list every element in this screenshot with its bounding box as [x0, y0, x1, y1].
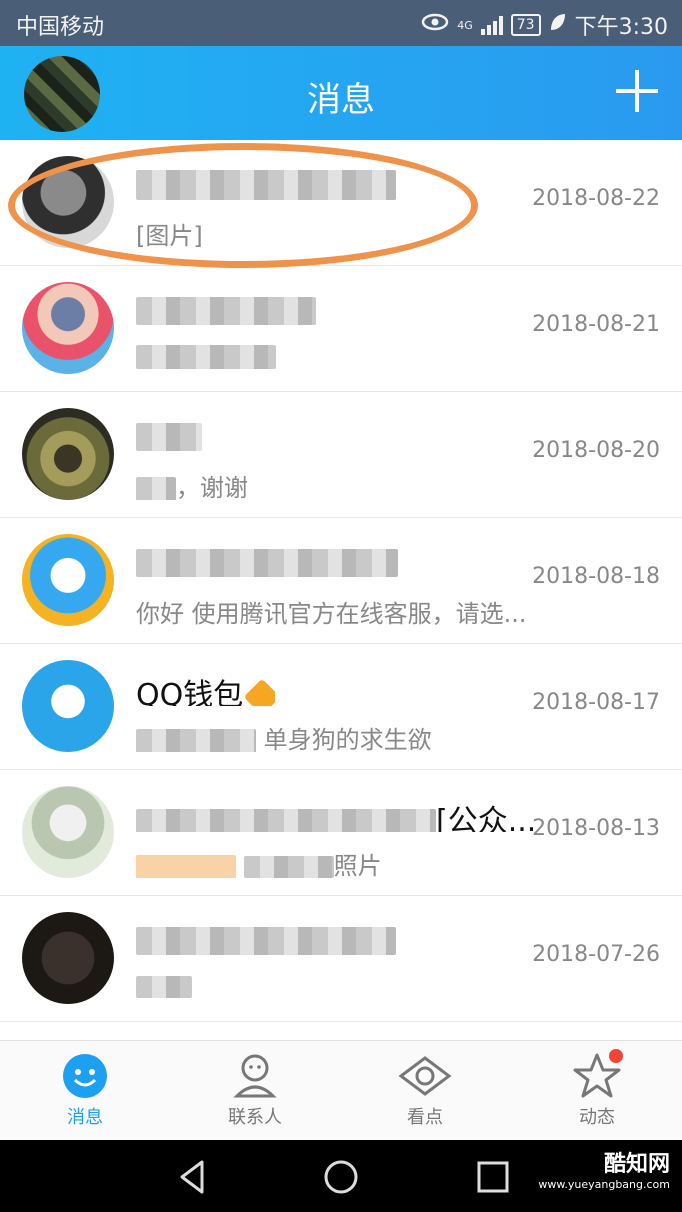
- watermark-url: www.yueyangbang.com: [538, 1178, 670, 1191]
- conversation-name: [136, 418, 202, 454]
- battery-icon: 73: [510, 14, 541, 36]
- conversation-item[interactable]: 2018-08-21: [0, 266, 682, 392]
- conversation-item[interactable]: [公众... 照片 2018-08-13: [0, 770, 682, 896]
- notification-dot: [609, 1049, 623, 1063]
- avatar: [22, 660, 114, 752]
- conversation-date: 2018-08-18: [532, 564, 660, 589]
- conversation-date: 2018-08-13: [532, 816, 660, 841]
- back-icon[interactable]: [170, 1154, 216, 1200]
- conversation-preview: ，谢谢: [136, 468, 248, 500]
- conversation-date: 2018-08-22: [532, 186, 660, 211]
- conversation-date: 2018-08-20: [532, 438, 660, 463]
- avatar: [22, 156, 114, 248]
- conversation-name: [136, 922, 396, 958]
- tab-label: 消息: [67, 1107, 103, 1128]
- tab-contacts[interactable]: 联系人: [195, 1049, 315, 1129]
- bottom-tab-bar: 消息 联系人 看点 动态: [0, 1040, 682, 1141]
- tab-watch[interactable]: 看点: [365, 1049, 485, 1129]
- conversation-preview: [136, 342, 276, 374]
- verified-badge-icon: [243, 678, 276, 706]
- recents-icon[interactable]: [470, 1154, 516, 1200]
- signal-icon: [480, 15, 503, 35]
- contacts-icon: [195, 1049, 315, 1103]
- conversation-name: [136, 166, 396, 202]
- conversation-name: QQ钱包: [136, 670, 276, 706]
- watermark: 酷知网 www.yueyangbang.com: [538, 1146, 670, 1191]
- watermark-text: 酷知网: [603, 1152, 670, 1177]
- avatar: [22, 534, 114, 626]
- conversation-name: [136, 292, 316, 328]
- smiley-icon: [25, 1049, 145, 1103]
- conversation-item[interactable]: 你好 使用腾讯官方在线客服，请选... 2018-08-18: [0, 518, 682, 644]
- leaf-icon: [549, 12, 567, 38]
- conversation-name: [136, 544, 398, 580]
- carrier-label: 中国移动: [16, 15, 105, 40]
- conversation-item[interactable]: ，谢谢 2018-08-20: [0, 392, 682, 518]
- avatar: [22, 408, 114, 500]
- tab-label: 动态: [579, 1107, 615, 1128]
- avatar: [22, 786, 114, 878]
- conversation-preview: 照片: [136, 846, 382, 878]
- conversation-date: 2018-08-17: [532, 690, 660, 715]
- conversation-item[interactable]: [图片] 2018-08-22: [0, 140, 682, 266]
- tab-feeds[interactable]: 动态: [537, 1049, 657, 1129]
- conversation-preview: 单身狗的求生欲: [136, 720, 432, 752]
- star-icon: [537, 1049, 657, 1103]
- tab-messages[interactable]: 消息: [25, 1049, 145, 1129]
- status-bar: 中国移动 4G 73 下午3:30: [0, 0, 682, 46]
- tab-label: 看点: [407, 1107, 443, 1128]
- avatar: [22, 912, 114, 1004]
- eye-icon: [365, 1049, 485, 1103]
- conversation-item[interactable]: 2018-07-26: [0, 896, 682, 1022]
- conversation-preview: [图片]: [136, 222, 203, 248]
- conversation-preview: 你好 使用腾讯官方在线客服，请选...: [136, 600, 527, 626]
- conversation-name: [公众...: [136, 796, 536, 832]
- conversation-date: 2018-08-21: [532, 312, 660, 337]
- eye-icon: [421, 12, 449, 38]
- tab-label: 联系人: [228, 1107, 282, 1128]
- conversation-preview: [136, 972, 192, 1004]
- clock-time: 下午3:30: [574, 15, 668, 40]
- app-header: 消息: [0, 46, 682, 140]
- add-icon[interactable]: [614, 68, 660, 114]
- system-nav-bar: 酷知网 www.yueyangbang.com: [0, 1140, 682, 1212]
- network-label: 4G: [457, 18, 473, 32]
- conversation-date: 2018-07-26: [532, 942, 660, 967]
- avatar: [22, 282, 114, 374]
- conversation-list: [图片] 2018-08-22 2018-08-21 ，谢谢 2018-08-2…: [0, 140, 682, 1022]
- home-icon[interactable]: [318, 1154, 364, 1200]
- page-title: 消息: [307, 80, 375, 120]
- conversation-item[interactable]: QQ钱包 单身狗的求生欲 2018-08-17: [0, 644, 682, 770]
